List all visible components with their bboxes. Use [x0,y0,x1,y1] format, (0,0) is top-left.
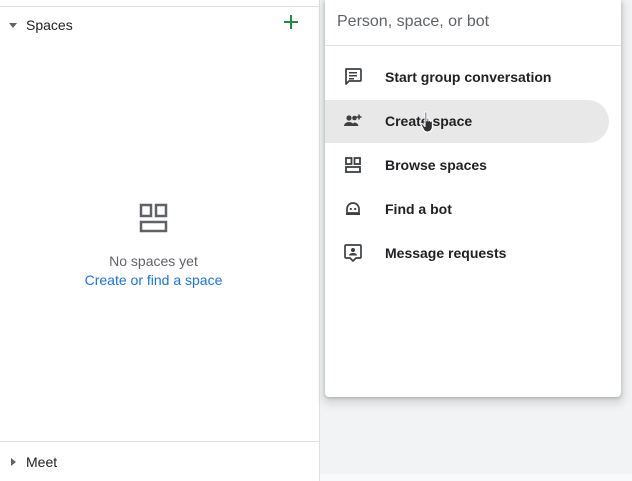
start-group-conversation-item[interactable]: Start group conversation [325,56,609,99]
menu-item-label: Create space [385,113,473,129]
chat-bubble-icon [343,67,363,87]
spaces-grid-icon [139,203,169,238]
caret-down-icon[interactable] [9,23,17,28]
person-message-icon [343,243,363,263]
menu-item-label: Find a bot [385,201,452,217]
group-add-icon [343,111,363,131]
search-input[interactable] [337,10,607,34]
caret-right-icon[interactable] [11,458,16,466]
bottom-strip [320,474,632,481]
new-chat-menu: Start group conversation Create space Br… [325,0,621,397]
meet-title: Meet [26,454,58,470]
meet-section-header[interactable]: Meet [0,442,319,481]
menu-item-label: Message requests [385,245,507,261]
menu-item-label: Start group conversation [385,69,552,85]
divider [0,6,319,7]
bot-icon [343,199,363,219]
message-requests-item[interactable]: Message requests [325,232,609,275]
divider [325,45,621,46]
spaces-section-header[interactable]: Spaces [0,8,319,44]
find-a-bot-item[interactable]: Find a bot [325,188,609,231]
spaces-title: Spaces [26,17,73,33]
plus-icon[interactable] [279,10,303,34]
create-space-item[interactable]: Create space [325,100,609,143]
menu-item-label: Browse spaces [385,157,487,173]
browse-spaces-item[interactable]: Browse spaces [325,144,609,187]
empty-state-title: No spaces yet [109,253,198,269]
spaces-panel: Spaces No spaces yet Create or find a sp… [0,0,320,481]
create-or-find-space-link[interactable]: Create or find a space [0,272,307,288]
spaces-grid-icon [343,155,363,175]
